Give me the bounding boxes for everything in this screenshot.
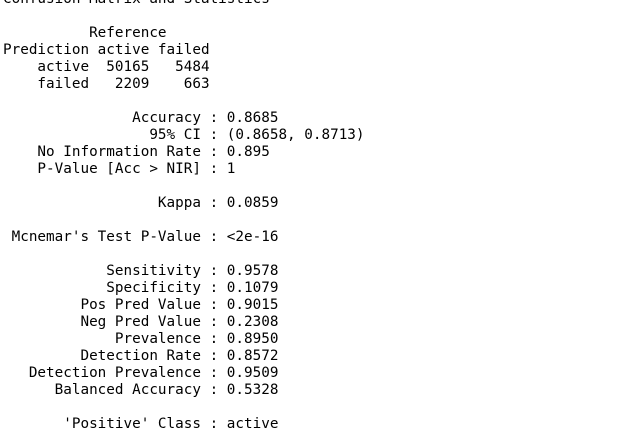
stat-no-information-rate: No Information Rate : 0.895: [3, 144, 270, 160]
matrix-row-active: active 50165 5484: [3, 59, 210, 75]
console-output: Confusion Matrix and Statistics Referenc…: [3, 0, 615, 441]
output-header: Confusion Matrix and Statistics: [3, 0, 615, 8]
stat-balanced-accuracy: Balanced Accuracy : 0.5328: [3, 382, 279, 398]
stat-neg-pred-value: Neg Pred Value : 0.2308: [3, 314, 279, 330]
matrix-header-row: Prediction active failed: [3, 42, 210, 58]
stat-pos-pred-value: Pos Pred Value : 0.9015: [3, 297, 279, 313]
stat-sensitivity: Sensitivity : 0.9578: [3, 263, 279, 279]
stat-detection-rate: Detection Rate : 0.8572: [3, 348, 279, 364]
stat-prevalence: Prevalence : 0.8950: [3, 331, 279, 347]
stat-positive-class: 'Positive' Class : active: [3, 416, 279, 432]
stat-specificity: Specificity : 0.1079: [3, 280, 279, 296]
stat-accuracy: Accuracy : 0.8685: [3, 110, 279, 126]
matrix-row-failed: failed 2209 663: [3, 76, 210, 92]
stat-detection-prevalence: Detection Prevalence : 0.9509: [3, 365, 279, 381]
stat-95-ci: 95% CI : (0.8658, 0.8713): [3, 127, 365, 143]
stat-p-value: P-Value [Acc > NIR] : 1: [3, 161, 236, 177]
stat-kappa: Kappa : 0.0859: [3, 195, 279, 211]
stat-mcnemar: Mcnemar's Test P-Value : <2e-16: [3, 229, 279, 245]
matrix-reference-label: Reference: [3, 25, 167, 41]
